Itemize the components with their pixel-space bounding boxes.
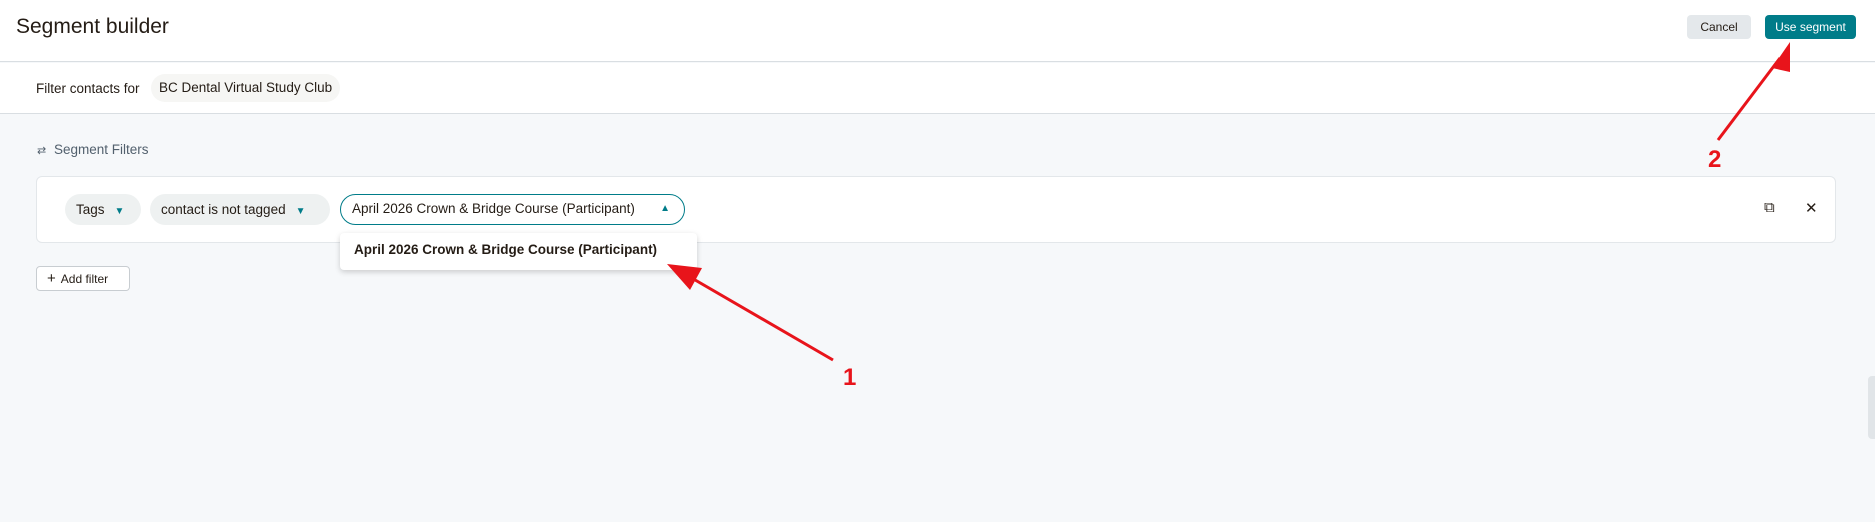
annotation-number-1: 1 bbox=[843, 364, 857, 391]
annotation-arrow-1 bbox=[689, 275, 834, 362]
scrollbar-handle[interactable] bbox=[1868, 376, 1875, 439]
annotation-arrows bbox=[667, 42, 1790, 362]
annotation-arrow-2 bbox=[1716, 57, 1782, 141]
annotation-arrowhead-1 bbox=[667, 264, 702, 290]
annotation-arrowhead-2 bbox=[1772, 42, 1790, 72]
annotation-number-2: 2 bbox=[1708, 146, 1722, 173]
